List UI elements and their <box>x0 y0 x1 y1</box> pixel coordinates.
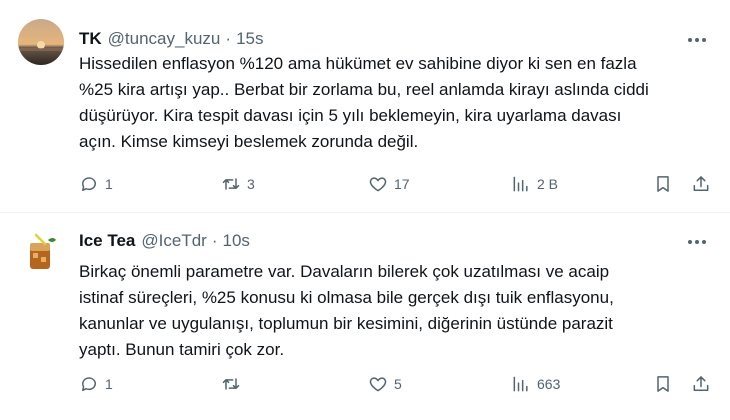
views-button[interactable]: 2 B <box>511 172 558 196</box>
timestamp[interactable]: 15s <box>236 29 263 49</box>
tweet[interactable]: Ice Tea @IceTdr · 10s Birkaç önemli para… <box>0 213 730 420</box>
reply-count: 1 <box>105 376 113 392</box>
tweet-text-line: Hissedilen enflasyon %120 ama hükümet ev… <box>79 54 637 73</box>
retweet-icon <box>222 178 240 190</box>
tweet-text: Hissedilen enflasyon %120 ama hükümet ev… <box>79 51 719 155</box>
tweet-text: Birkaç önemli parametre var. Davaların b… <box>79 259 719 363</box>
display-name[interactable]: TK <box>79 29 102 49</box>
avatar[interactable] <box>18 230 64 276</box>
tweet-text-line: düşürüyor. Kira tespit davası için 5 yıl… <box>79 106 622 125</box>
heart-icon <box>369 177 387 192</box>
tweet-header: TK @tuncay_kuzu · 15s <box>79 27 263 51</box>
separator: · <box>211 231 218 250</box>
bookmark-button[interactable] <box>653 172 673 196</box>
more-icon[interactable] <box>684 29 710 51</box>
retweet-icon <box>222 378 240 390</box>
views-button[interactable]: 663 <box>511 372 560 396</box>
like-count: 5 <box>394 376 402 392</box>
retweet-button[interactable] <box>221 372 247 396</box>
share-button[interactable] <box>691 372 711 396</box>
bookmark-icon <box>657 176 669 192</box>
more-icon[interactable] <box>684 231 710 253</box>
action-bar: 1 5 663 <box>79 372 719 396</box>
tweet-text-line: kanunlar ve uygulanışı, toplumun bir kes… <box>79 314 613 333</box>
tweet-text-line: %25 kira artışı yap.. Berbat bir zorlama… <box>79 80 649 99</box>
bookmark-button[interactable] <box>653 372 673 396</box>
reply-icon <box>82 177 96 191</box>
share-icon <box>693 176 709 191</box>
reply-icon <box>82 377 96 391</box>
like-button[interactable]: 17 <box>368 172 410 196</box>
tweet-text-line: Birkaç önemli parametre var. Davaların b… <box>79 262 610 281</box>
like-button[interactable]: 5 <box>368 372 402 396</box>
tweet-text-line: istinaf süreçleri, %25 konusu ki olmasa … <box>79 288 614 307</box>
like-count: 17 <box>394 176 410 192</box>
views-count: 663 <box>537 376 561 392</box>
tweet-text-line: yaptı. Bunun tamiri çok zor. <box>79 340 285 359</box>
user-handle[interactable]: @tuncay_kuzu <box>108 29 221 49</box>
views-count: 2 B <box>537 176 559 192</box>
tweet-text-line: açın. Kimse kimseyi beslemek zorunda değ… <box>79 132 419 151</box>
views-icon <box>513 176 528 192</box>
display-name[interactable]: Ice Tea <box>79 231 135 251</box>
action-bar: 1 3 17 2 B <box>79 172 719 196</box>
separator: · <box>225 29 232 48</box>
timestamp[interactable]: 10s <box>223 231 250 251</box>
user-handle[interactable]: @IceTdr <box>141 231 206 251</box>
reply-count: 1 <box>105 176 113 192</box>
views-icon <box>513 376 528 392</box>
retweet-count: 3 <box>247 176 255 192</box>
heart-icon <box>369 377 387 392</box>
avatar[interactable] <box>18 19 64 65</box>
reply-button[interactable]: 1 <box>79 372 113 396</box>
tweet[interactable]: TK @tuncay_kuzu · 15s Hissedilen enflasy… <box>0 0 730 212</box>
reply-button[interactable]: 1 <box>79 172 113 196</box>
share-button[interactable] <box>691 172 711 196</box>
tweet-header: Ice Tea @IceTdr · 10s <box>79 229 250 253</box>
retweet-button[interactable]: 3 <box>221 172 255 196</box>
bookmark-icon <box>657 376 669 392</box>
share-icon <box>693 376 709 391</box>
